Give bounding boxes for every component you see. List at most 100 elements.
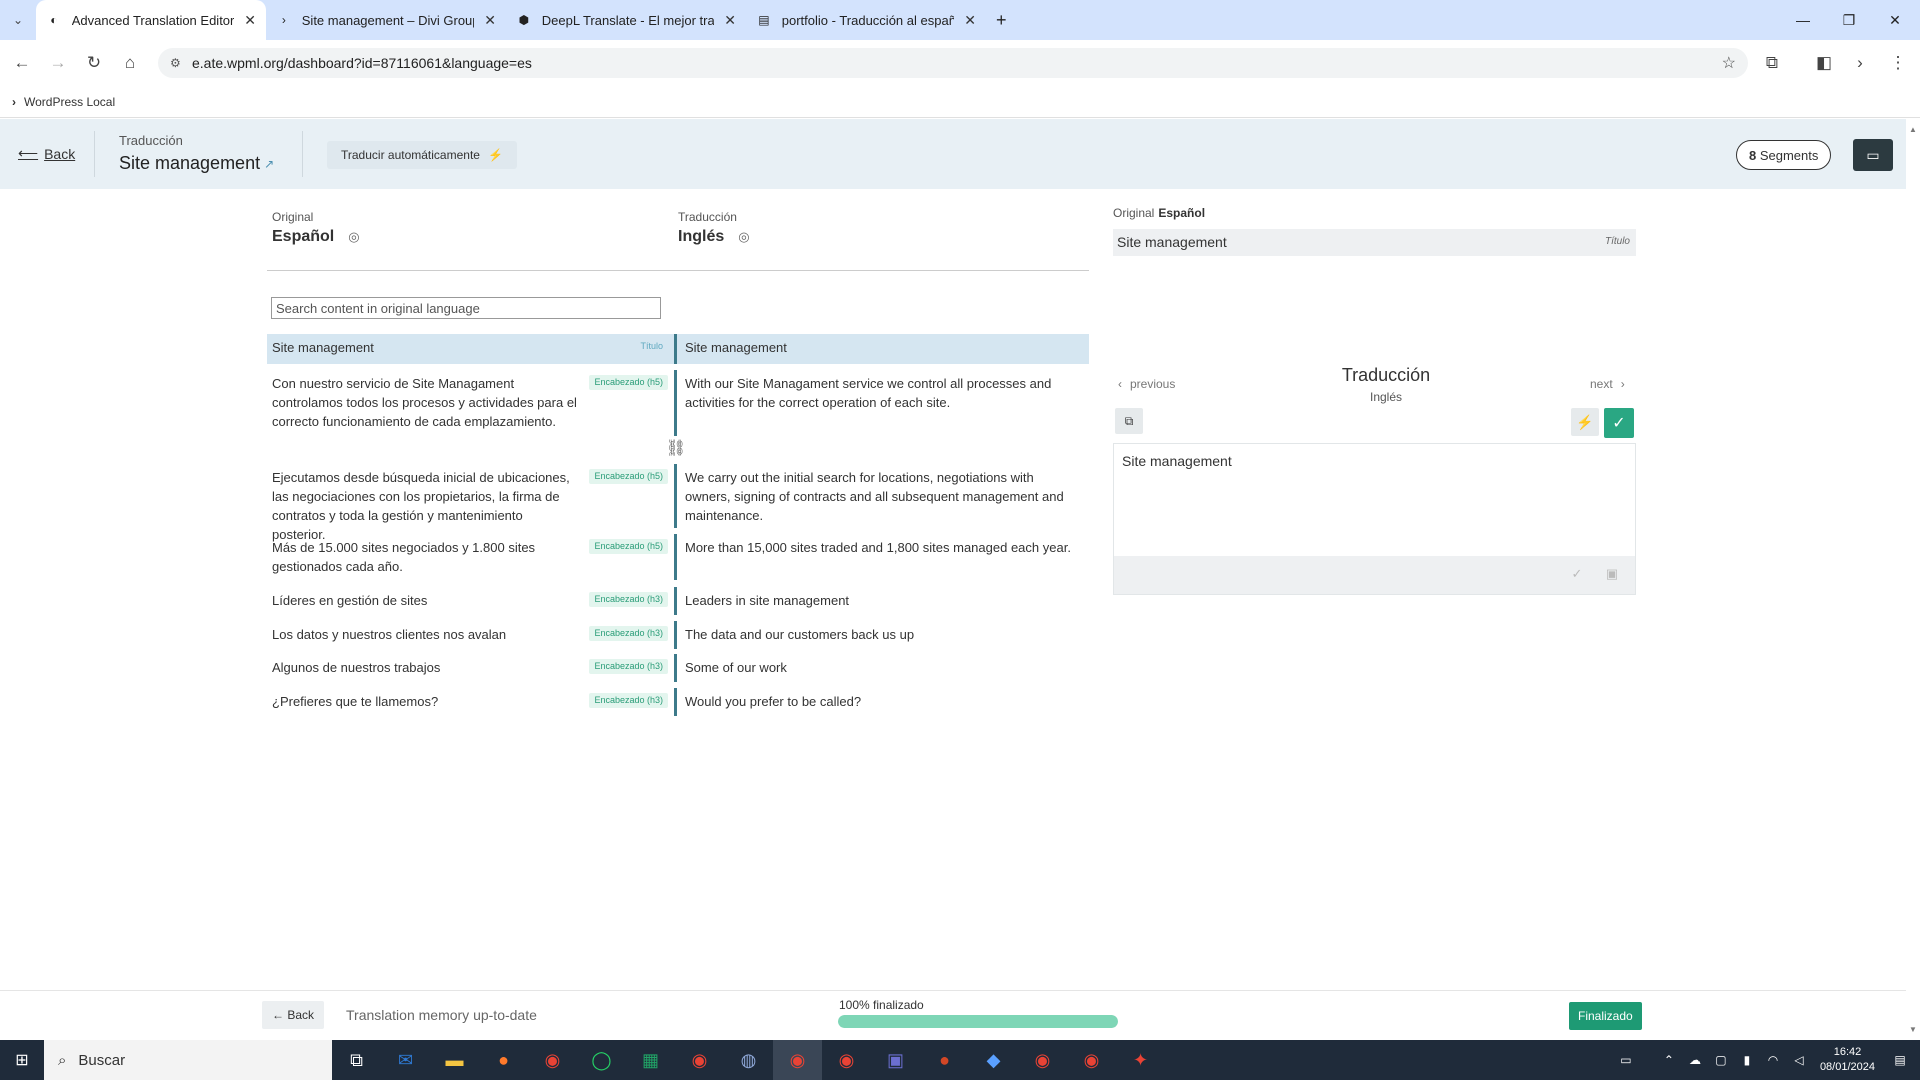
keepass-icon[interactable]: ◍ — [724, 1040, 773, 1080]
panel-original-tag: Título — [1604, 236, 1630, 247]
minimize-icon[interactable]: — — [1780, 0, 1826, 40]
segment-tag: Encabezado (h3) — [589, 693, 668, 708]
close-icon[interactable]: ✕ — [724, 12, 736, 29]
check-icon[interactable]: ✓ — [1604, 408, 1634, 438]
segment-row[interactable]: Los datos y nuestros clientes nos avalan… — [267, 621, 1089, 649]
bookmark-star-icon[interactable]: ☆ — [1722, 53, 1736, 73]
browser-tab-2[interactable]: › Site management – Divi Group ✕ — [266, 0, 506, 40]
segment-row[interactable]: Más de 15.000 sites negociados y 1.800 s… — [267, 534, 1089, 580]
segment-tag: Título — [640, 341, 663, 351]
original-label: Original — [272, 210, 314, 224]
chrome-active-icon[interactable]: ◉ — [773, 1040, 822, 1080]
menu-icon[interactable]: ⋮ — [1880, 45, 1916, 81]
restore-icon[interactable]: ❐ — [1826, 0, 1872, 40]
wpml-extension-icon[interactable]: › — [1842, 45, 1878, 81]
chrome-profile-2-icon[interactable]: ◉ — [822, 1040, 871, 1080]
link-icon[interactable]: ⛓ — [665, 437, 687, 459]
chevron-up-icon[interactable]: ⌃ — [1659, 1053, 1679, 1067]
copy-icon[interactable]: ⧉ — [1115, 408, 1143, 434]
segment-row[interactable]: Con nuestro servicio de Site Managament … — [267, 370, 1089, 436]
footer-back-button[interactable]: ← Back — [262, 1001, 325, 1029]
powerpoint-icon[interactable]: ● — [920, 1040, 969, 1080]
wpml-icon: ◐ — [50, 13, 58, 27]
bolt-icon[interactable]: ⚡ — [1571, 408, 1599, 436]
chrome-icon[interactable]: ◉ — [528, 1040, 577, 1080]
notification-icon[interactable]: ▤ — [1890, 1053, 1910, 1067]
onedrive-icon[interactable]: ☁ — [1685, 1053, 1705, 1067]
file-explorer-icon[interactable]: ▬ — [430, 1040, 479, 1080]
close-icon[interactable]: ✕ — [964, 12, 976, 29]
finalize-button[interactable]: Finalizado — [1569, 1002, 1642, 1030]
close-icon[interactable]: ✕ — [484, 12, 496, 29]
eye-hidden-icon[interactable]: ◎ — [348, 229, 359, 245]
forward-arrow-icon[interactable]: → — [40, 45, 76, 81]
battery-icon[interactable]: ▮ — [1737, 1053, 1757, 1067]
close-icon[interactable]: ✕ — [244, 12, 256, 29]
home-icon[interactable]: ⌂ — [112, 45, 148, 81]
page-title: Site management ↗ — [119, 153, 274, 174]
segment-row[interactable]: Líderes en gestión de sites Encabezado (h… — [267, 587, 1089, 615]
segment-row[interactable]: Ejecutamos desde búsqueda inicial de ubi… — [267, 464, 1089, 542]
progress-bar — [838, 1015, 1118, 1028]
task-view-icon[interactable]: ⧉ — [332, 1040, 381, 1080]
drop-icon[interactable]: ◆ — [969, 1040, 1018, 1080]
app-icon[interactable]: ✦ — [1116, 1040, 1165, 1080]
browser-tab-1[interactable]: ◐ Advanced Translation Editor - W ✕ — [36, 0, 266, 40]
outlook-icon[interactable]: ✉ — [381, 1040, 430, 1080]
display-icon[interactable]: ▢ — [1711, 1053, 1731, 1067]
panel-title: Traducción — [1341, 365, 1431, 385]
segment-row[interactable]: ¿Prefieres que te llamemos? Encabezado (h… — [267, 688, 1089, 716]
scroll-down-icon[interactable]: ▼ — [1906, 1025, 1920, 1034]
scrollbar[interactable]: ▲ ▼ — [1906, 119, 1920, 1040]
previous-button[interactable]: ‹ previous — [1118, 377, 1175, 391]
address-bar[interactable]: ⚙ e.ate.wpml.org/dashboard?id=87116061&l… — [158, 48, 1748, 78]
back-link[interactable]: ⟵ Back — [18, 145, 75, 162]
scroll-up-icon[interactable]: ▲ — [1906, 125, 1920, 134]
segment-row[interactable]: Algunos de nuestros trabajos Encabezado (… — [267, 654, 1089, 682]
teams-icon[interactable]: ▣ — [871, 1040, 920, 1080]
wifi-icon[interactable]: ◠ — [1763, 1053, 1783, 1067]
chrome-profile-3-icon[interactable]: ◉ — [1018, 1040, 1067, 1080]
translation-editor[interactable]: Site management ✓ ▣ — [1113, 443, 1636, 595]
keyboard-icon[interactable]: ▭ — [1616, 1053, 1636, 1067]
browser-tab-4[interactable]: ▤ portfolio - Traducción al españo ✕ — [746, 0, 986, 40]
clock[interactable]: 16:42 08/01/2024 — [1820, 1045, 1875, 1075]
excel-icon[interactable]: ▦ — [626, 1040, 675, 1080]
taskbar-search-label: Buscar — [78, 1051, 126, 1069]
back-arrow-icon[interactable]: ← — [4, 45, 40, 81]
original-language-header: Original Español ◎ — [272, 210, 360, 246]
volume-icon[interactable]: ◁ — [1789, 1053, 1809, 1067]
bookmark-wordpress-local[interactable]: WordPress Local — [24, 95, 115, 109]
extensions-icon[interactable]: ⧉ — [1754, 45, 1790, 81]
panel-subtitle: Inglés — [1369, 390, 1403, 404]
browser-tab-3[interactable]: ⬢ DeepL Translate - El mejor tradu ✕ — [506, 0, 746, 40]
external-link-icon[interactable]: ↗ — [264, 157, 274, 171]
url-text: e.ate.wpml.org/dashboard?id=87116061&lan… — [192, 55, 532, 71]
segments-button[interactable]: 8 Segments — [1736, 140, 1832, 170]
taskbar-search[interactable]: ⌕ Buscar — [44, 1040, 332, 1080]
image-icon[interactable]: ▣ — [1602, 564, 1622, 584]
next-button[interactable]: next › — [1590, 377, 1625, 391]
reload-icon[interactable]: ↻ — [76, 45, 112, 81]
system-tray: ▭ ⌃ ☁ ▢ ▮ ◠ ◁ 16:42 08/01/2024 ▤ — [1613, 1040, 1920, 1080]
new-tab-button[interactable]: + — [986, 0, 1022, 40]
windows-start-icon[interactable]: ⊞ — [0, 1040, 44, 1080]
firefox-icon[interactable]: ● — [479, 1040, 528, 1080]
comment-icon[interactable]: ▭ — [1853, 139, 1893, 171]
side-panel-icon[interactable]: ◧ — [1806, 45, 1842, 81]
search-input[interactable] — [271, 297, 661, 319]
back-label: Back — [44, 145, 76, 162]
segment-row[interactable]: Site management Título Site management — [267, 334, 1089, 364]
site-info-icon[interactable]: ⚙ — [170, 56, 181, 70]
tab-search-icon[interactable]: ⌄ — [0, 0, 36, 40]
spellcheck-icon[interactable]: ✓ — [1567, 564, 1587, 584]
header-divider — [94, 131, 95, 177]
eye-hidden-icon[interactable]: ◎ — [738, 229, 749, 245]
whatsapp-icon[interactable]: ◯ — [577, 1040, 626, 1080]
editor-text[interactable]: Site management — [1114, 444, 1635, 478]
bookmarks-bar: › WordPress Local — [0, 86, 1920, 118]
chrome-profile-icon[interactable]: ◉ — [675, 1040, 724, 1080]
window-close-icon[interactable]: ✕ — [1872, 0, 1918, 40]
auto-translate-button[interactable]: Traducir automáticamente ⚡ — [327, 141, 517, 169]
chrome-profile-4-icon[interactable]: ◉ — [1067, 1040, 1116, 1080]
